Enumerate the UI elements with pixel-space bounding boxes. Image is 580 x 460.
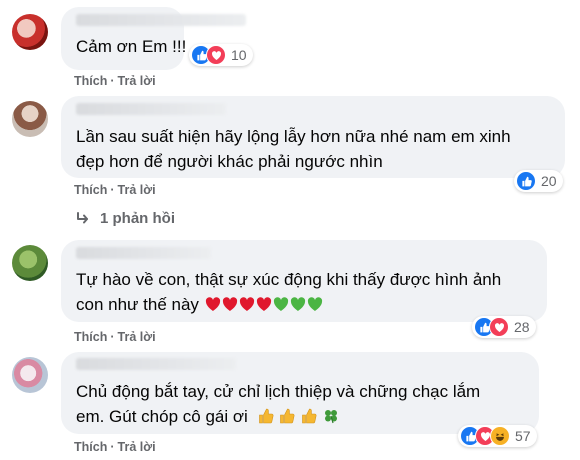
- separator-dot: ·: [110, 440, 115, 454]
- separator-dot: ·: [110, 330, 115, 344]
- comment-text: Tự hào về con, thật sự xúc động khi thấy…: [76, 270, 502, 314]
- red-heart-emoji: [222, 297, 237, 311]
- four-leaf-clover-emoji: [324, 410, 337, 424]
- comment-actions: Thích · Trả lời: [74, 330, 156, 344]
- haha-icon: [490, 426, 510, 446]
- avatar[interactable]: [12, 357, 48, 393]
- comment-text: Lần sau suất hiện hãy lộng lẫy hơn nữa n…: [76, 127, 511, 171]
- reaction-count: 10: [231, 47, 247, 63]
- commenter-name-redacted[interactable]: [76, 358, 236, 370]
- heart-emojis: [204, 295, 323, 314]
- green-heart-emoji: [307, 297, 322, 311]
- green-heart-emoji: [290, 297, 305, 311]
- commenter-name-redacted[interactable]: [76, 103, 226, 115]
- comment-actions: Thích · Trả lời: [74, 74, 156, 88]
- like-button[interactable]: Thích: [74, 74, 107, 88]
- replies-count-label: 1 phản hồi: [100, 210, 175, 227]
- commenter-name-redacted[interactable]: [76, 14, 246, 26]
- like-button[interactable]: Thích: [74, 440, 107, 454]
- reply-button[interactable]: Trả lời: [118, 74, 156, 88]
- love-icon: [489, 317, 509, 337]
- thumbs-emojis: [257, 407, 339, 426]
- reply-arrow-icon: [77, 211, 88, 223]
- red-heart-emoji: [256, 297, 271, 311]
- comment-actions: Thích · Trả lời: [74, 183, 156, 197]
- reaction-summary[interactable]: 28: [472, 316, 536, 338]
- comment-actions: Thích · Trả lời: [74, 440, 156, 454]
- reaction-count: 28: [514, 319, 530, 335]
- like-button[interactable]: Thích: [74, 330, 107, 344]
- like-icon: [516, 171, 536, 191]
- thumbs-up-emoji: [280, 408, 295, 424]
- reply-button[interactable]: Trả lời: [118, 183, 156, 197]
- reply-button[interactable]: Trả lời: [118, 330, 156, 344]
- red-heart-emoji: [239, 297, 254, 311]
- thumbs-up-emoji: [258, 408, 273, 424]
- separator-dot: ·: [110, 74, 115, 88]
- reaction-summary[interactable]: 57: [458, 425, 537, 447]
- reaction-count: 20: [541, 173, 557, 189]
- reaction-count: 57: [515, 428, 531, 444]
- green-heart-emoji: [273, 297, 288, 311]
- avatar[interactable]: [12, 14, 48, 50]
- avatar[interactable]: [12, 101, 48, 137]
- reaction-summary[interactable]: 10: [189, 44, 253, 66]
- love-icon: [206, 45, 226, 65]
- reply-button[interactable]: Trả lời: [118, 440, 156, 454]
- red-heart-emoji: [205, 297, 220, 311]
- thumbs-up-emoji: [302, 408, 317, 424]
- view-replies-link[interactable]: 1 phản hồi: [76, 210, 175, 227]
- commenter-name-redacted[interactable]: [76, 247, 211, 259]
- comment-text: Cảm ơn Em !!!: [76, 37, 187, 56]
- comment-text: Chủ động bắt tay, cử chỉ lịch thiệp và c…: [76, 382, 481, 426]
- avatar[interactable]: [12, 245, 48, 281]
- separator-dot: ·: [110, 183, 115, 197]
- like-button[interactable]: Thích: [74, 183, 107, 197]
- reaction-summary[interactable]: 20: [514, 170, 563, 192]
